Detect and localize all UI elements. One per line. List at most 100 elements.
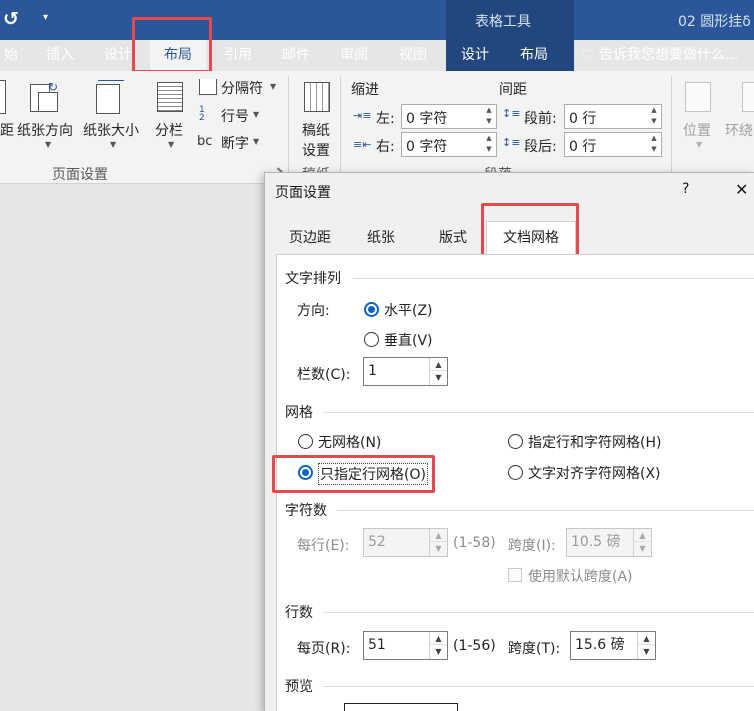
tab-references[interactable]: 引用 <box>218 40 258 71</box>
page-setup-group-label: 页面设置 <box>52 167 108 183</box>
spacing-after-input[interactable]: 0 行 ▲ ▼ <box>564 132 662 157</box>
direction-horizontal-radio[interactable] <box>364 302 379 317</box>
line-numbers-dropdown-icon[interactable]: ▼ <box>253 110 259 119</box>
breaks-dropdown-icon[interactable]: ▼ <box>270 82 276 91</box>
tab-table-layout[interactable]: 布局 <box>514 40 554 71</box>
orientation-icon[interactable]: ↻ <box>30 80 60 114</box>
snap-to-chars-label[interactable]: 文字对齐字符网格(X) <box>528 463 661 483</box>
tab-mailings[interactable]: 邮件 <box>276 40 316 71</box>
orientation-dropdown-icon[interactable]: ▼ <box>45 140 51 149</box>
hyphenation-dropdown-icon[interactable]: ▼ <box>253 137 259 146</box>
preview-title: 预览 <box>285 679 313 695</box>
tab-insert[interactable]: 插入 <box>40 40 80 71</box>
no-grid-radio[interactable] <box>298 434 313 449</box>
qat-customize-icon[interactable]: ▾ <box>43 12 48 23</box>
no-grid-label[interactable]: 无网格(N) <box>318 432 381 452</box>
lines-per-page-input[interactable]: 51 ▲ ▼ <box>363 631 448 660</box>
breaks-button[interactable]: 分隔符 <box>221 78 263 98</box>
char-pitch-spinner[interactable]: ▲ ▼ <box>633 529 651 556</box>
line-pitch-label: 跨度(T): <box>508 641 561 657</box>
spacing-title: 间距 <box>499 82 527 98</box>
indent-right-input[interactable]: 0 字符 ▲ ▼ <box>401 132 497 157</box>
chars-per-line-range: (1-58) <box>453 535 496 551</box>
indent-right-label: 右: <box>376 139 395 155</box>
group-separator <box>671 76 672 180</box>
indent-right-spinner[interactable]: ▲ ▼ <box>482 133 496 156</box>
highlight-lines-only <box>272 455 435 493</box>
draft-paper-icon[interactable] <box>304 82 330 112</box>
spacing-after-icon: ↕≡ <box>502 136 521 149</box>
undo-icon[interactable]: ↺ <box>3 8 19 30</box>
line-numbers-icon[interactable]: 12 <box>199 106 217 123</box>
tab-layout-options[interactable]: 版式 <box>422 222 484 254</box>
use-default-pitch-checkbox[interactable] <box>508 568 522 582</box>
columns-spinner[interactable]: ▲ ▼ <box>429 358 447 385</box>
margins-icon[interactable] <box>0 80 6 114</box>
draft-paper-button-line2[interactable]: 设置 <box>302 140 330 160</box>
draft-paper-button-line1[interactable]: 稿纸 <box>302 120 330 140</box>
position-button[interactable]: 位置 <box>683 120 711 140</box>
indent-title: 缩进 <box>351 82 379 98</box>
document-title: 02 圆形挂ẟ <box>678 14 751 30</box>
hyphenation-button[interactable]: 断字 <box>221 133 249 153</box>
hyphenation-icon[interactable]: bc <box>197 134 212 149</box>
direction-label: 方向: <box>297 303 330 319</box>
line-pitch-input[interactable]: 15.6 磅 ▲ ▼ <box>570 631 656 660</box>
position-icon[interactable] <box>685 82 711 112</box>
indent-left-spinner[interactable]: ▲ ▼ <box>482 105 496 128</box>
characters-title: 字符数 <box>285 503 327 519</box>
section-divider <box>323 612 754 613</box>
section-divider <box>353 278 754 279</box>
close-button[interactable]: ✕ <box>735 180 748 199</box>
indent-left-input[interactable]: 0 字符 ▲ ▼ <box>401 104 497 129</box>
line-and-char-grid-label[interactable]: 指定行和字符网格(H) <box>528 432 661 452</box>
columns-dropdown-icon[interactable]: ▼ <box>168 140 174 149</box>
indent-left-icon: ⇥≡ <box>353 109 372 122</box>
spacing-after-label: 段后: <box>524 139 557 155</box>
position-dropdown-icon[interactable]: ▼ <box>696 140 702 149</box>
spacing-before-spinner[interactable]: ▲ ▼ <box>647 105 661 128</box>
orientation-button[interactable]: 纸张方向 <box>17 120 73 140</box>
tab-home[interactable]: 始 <box>0 40 22 71</box>
group-separator <box>288 76 289 180</box>
tab-view[interactable]: 视图 <box>393 40 433 71</box>
tab-table-design[interactable]: 设计 <box>455 40 495 71</box>
indent-left-value: 0 字符 <box>406 111 448 127</box>
tell-me-box[interactable]: 告诉我您想要做什么... <box>599 40 754 71</box>
tab-review[interactable]: 审阅 <box>334 40 374 71</box>
chars-per-line-input[interactable]: 52 ▲ ▼ <box>363 528 448 557</box>
line-and-char-grid-radio[interactable] <box>508 434 523 449</box>
char-pitch-input[interactable]: 10.5 磅 ▲ ▼ <box>566 528 652 557</box>
columns-icon[interactable] <box>157 82 183 112</box>
indent-left-label: 左: <box>376 111 395 127</box>
spacing-before-label: 段前: <box>524 111 557 127</box>
size-icon[interactable] <box>96 80 126 116</box>
size-dropdown-icon[interactable]: ▼ <box>110 140 116 149</box>
spacing-after-spinner[interactable]: ▲ ▼ <box>647 133 661 156</box>
columns-input[interactable]: 1 ▲ ▼ <box>363 357 448 386</box>
lines-per-page-spinner[interactable]: ▲ ▼ <box>429 632 447 659</box>
line-numbers-button[interactable]: 行号 <box>221 106 249 126</box>
lines-per-page-label: 每页(R): <box>297 641 351 657</box>
chars-per-line-spinner[interactable]: ▲ ▼ <box>429 529 447 556</box>
use-default-pitch-label[interactable]: 使用默认跨度(A) <box>528 566 633 586</box>
tab-paper[interactable]: 纸张 <box>352 222 410 254</box>
tab-margins[interactable]: 页边距 <box>278 222 342 254</box>
direction-horizontal-label[interactable]: 水平(Z) <box>384 300 433 320</box>
line-pitch-value: 15.6 磅 <box>575 637 625 653</box>
columns-button[interactable]: 分栏 <box>155 120 183 140</box>
margins-button[interactable]: 距 <box>0 120 14 140</box>
wrap-text-button[interactable]: 环绕 <box>725 120 753 140</box>
breaks-icon[interactable] <box>199 79 217 95</box>
line-pitch-spinner[interactable]: ▲ ▼ <box>637 632 655 659</box>
size-button[interactable]: 纸张大小 <box>83 120 139 140</box>
lightbulb-icon[interactable]: ♡ <box>578 40 596 71</box>
direction-vertical-label[interactable]: 垂直(V) <box>384 330 433 350</box>
snap-to-chars-radio[interactable] <box>508 465 523 480</box>
direction-vertical-radio[interactable] <box>364 332 379 347</box>
spacing-before-value: 0 行 <box>569 111 597 127</box>
spacing-before-input[interactable]: 0 行 ▲ ▼ <box>564 104 662 129</box>
spacing-after-value: 0 行 <box>569 139 597 155</box>
help-button[interactable]: ? <box>682 181 689 197</box>
wrap-text-icon[interactable] <box>742 82 754 112</box>
